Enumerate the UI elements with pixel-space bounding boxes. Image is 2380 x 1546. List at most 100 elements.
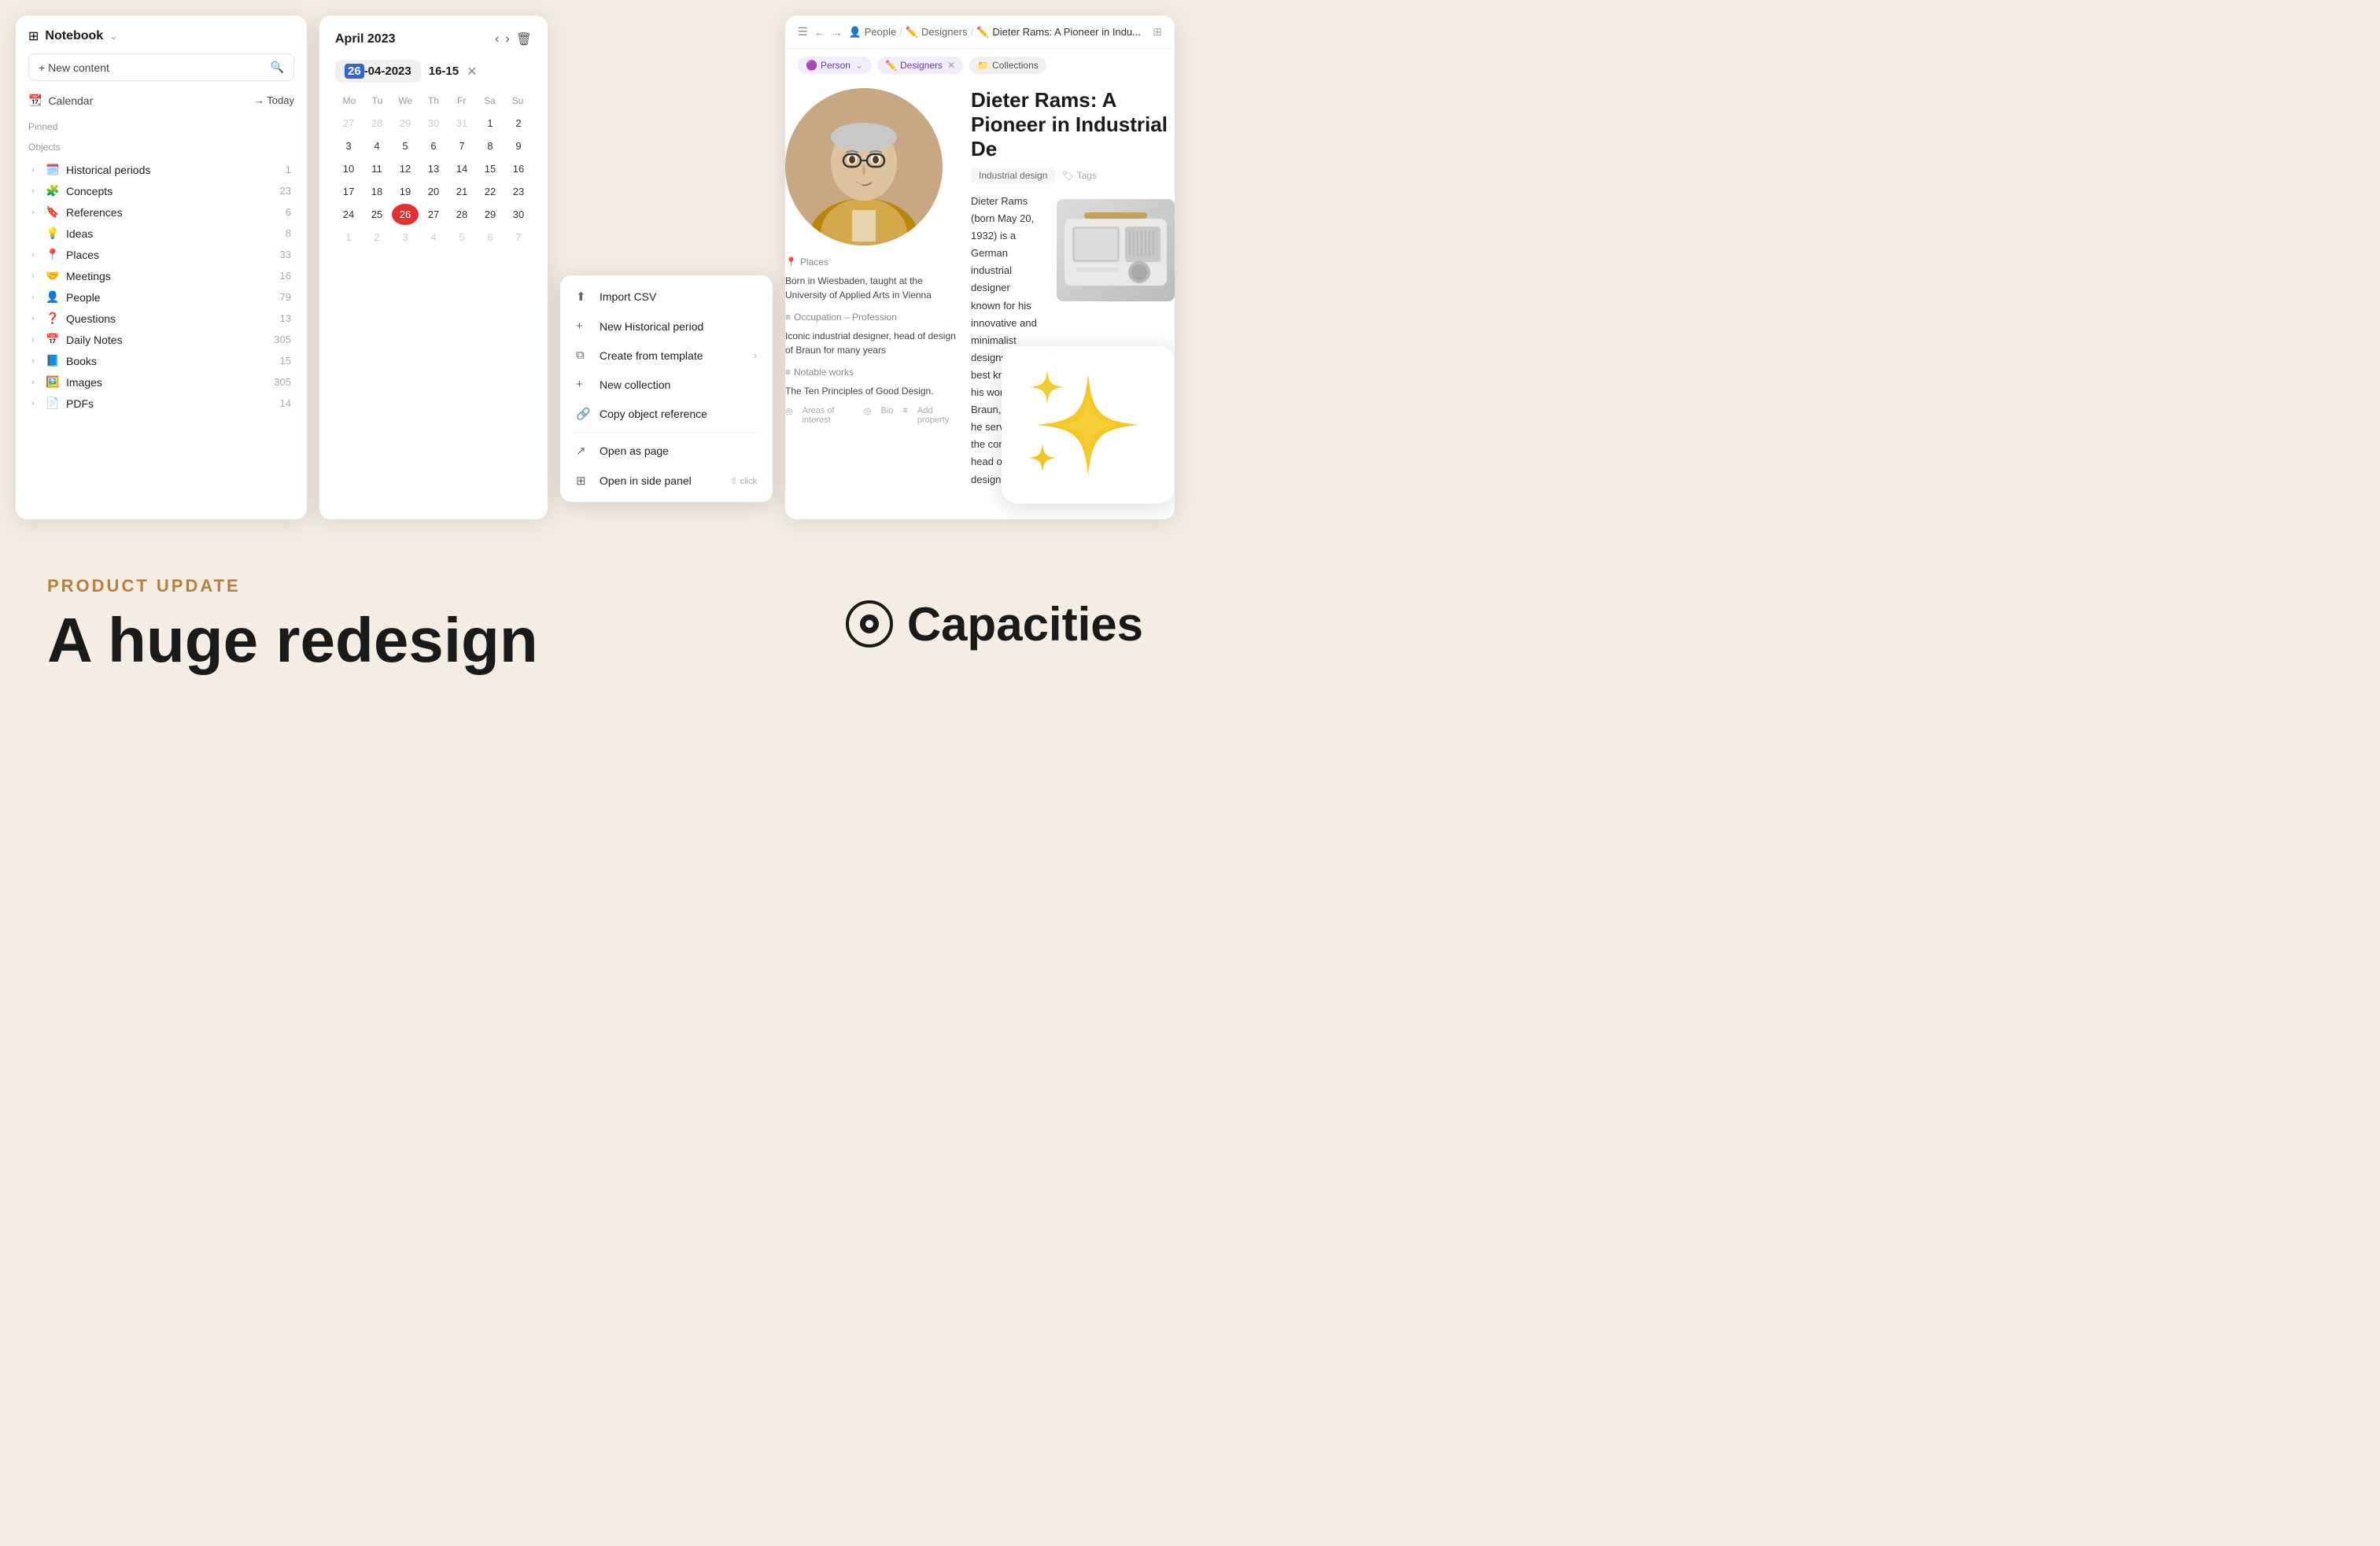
context-menu-item-copy-object-reference[interactable]: 🔗 Copy object reference: [566, 399, 766, 429]
calendar-trash-icon[interactable]: 🗑: [516, 31, 532, 47]
breadcrumb-current[interactable]: Dieter Rams: A Pioneer in Indu...: [992, 26, 1141, 38]
notebook-title: Notebook: [45, 29, 103, 43]
calendar-day[interactable]: 2: [363, 227, 390, 248]
calendar-day[interactable]: 8: [477, 135, 504, 157]
sidebar-item-pdfs[interactable]: › 📄 PDFs 14: [28, 393, 294, 414]
sidebar-item-books[interactable]: › 📘 Books 15: [28, 350, 294, 371]
calendar-day[interactable]: 24: [335, 204, 362, 225]
calendar-day[interactable]: 2: [505, 113, 532, 134]
context-divider: [573, 432, 760, 433]
sidebar-item-people[interactable]: › 👤 People 79: [28, 286, 294, 308]
sidebar-item-ideas[interactable]: 💡 Ideas 8: [28, 223, 294, 244]
calendar-day[interactable]: 21: [448, 181, 475, 202]
calendar-day[interactable]: 14: [448, 158, 475, 179]
breadcrumb-people[interactable]: People: [865, 26, 896, 38]
sidebar-item-historical-periods[interactable]: › 🗓️ Historical periods 1: [28, 159, 294, 180]
tag-collections[interactable]: 📁 Collections: [969, 57, 1046, 74]
bio-label: Bio: [881, 406, 894, 425]
add-property-label[interactable]: Add property: [917, 406, 958, 425]
calendar-day[interactable]: 19: [392, 181, 419, 202]
calendar-day[interactable]: 25: [363, 204, 390, 225]
calendar-day[interactable]: 1: [477, 113, 504, 134]
sidebar-item-icon: 📘: [46, 354, 60, 367]
calendar-day[interactable]: 27: [420, 204, 447, 225]
calendar-day[interactable]: 18: [363, 181, 390, 202]
calendar-day[interactable]: 3: [335, 135, 362, 157]
calendar-day[interactable]: 7: [448, 135, 475, 157]
sidebar-item-icon: 💡: [46, 227, 60, 240]
search-bar[interactable]: + New content 🔍: [28, 54, 294, 81]
calendar-day[interactable]: 10: [335, 158, 362, 179]
calendar-day[interactable]: 29: [477, 204, 504, 225]
context-menu-item-new-collection[interactable]: + New collection: [566, 370, 766, 399]
panel-toggle-icon[interactable]: ⊞: [1153, 25, 1162, 39]
calendar-day[interactable]: 28: [448, 204, 475, 225]
calendar-next-icon[interactable]: ›: [505, 32, 509, 46]
breadcrumb-designers[interactable]: Designers: [921, 26, 968, 38]
calendar-day[interactable]: 28: [363, 113, 390, 134]
calendar-day[interactable]: 22: [477, 181, 504, 202]
context-menu-item-new-historical-period[interactable]: + New Historical period: [566, 312, 766, 341]
calendar-day[interactable]: 23: [505, 181, 532, 202]
context-menu-item-open-as-page[interactable]: ↗ Open as page: [566, 436, 766, 466]
calendar-day[interactable]: 15: [477, 158, 504, 179]
today-link[interactable]: → Today: [254, 94, 294, 106]
breadcrumb-sep-1: /: [899, 26, 902, 38]
calendar-day[interactable]: 6: [420, 135, 447, 157]
calendar-clear-icon[interactable]: ✕: [467, 64, 477, 79]
sidebar-item-meetings[interactable]: › 🤝 Meetings 16: [28, 265, 294, 286]
radio-svg: [1061, 203, 1171, 297]
sidebar-item-places[interactable]: › 📍 Places 33: [28, 244, 294, 265]
sidebar-item-name: Historical periods: [66, 164, 286, 176]
sidebar-item-images[interactable]: › 🖼️ Images 305: [28, 371, 294, 393]
forward-icon[interactable]: →: [832, 26, 843, 39]
calendar-day[interactable]: 9: [505, 135, 532, 157]
calendar-day[interactable]: 13: [420, 158, 447, 179]
calendar-day[interactable]: 30: [505, 204, 532, 225]
sidebar-item-daily-notes[interactable]: › 📅 Daily Notes 305: [28, 329, 294, 350]
tag-person[interactable]: 🟣 Person ⌄: [798, 57, 871, 74]
ctx-item-label: New collection: [600, 378, 670, 391]
calendar-day[interactable]: 4: [420, 227, 447, 248]
notebook-panel: ⊞ Notebook ⌄ + New content 🔍 📆 Calendar …: [16, 16, 307, 519]
calendar-day[interactable]: 11: [363, 158, 390, 179]
sidebar-toggle-icon[interactable]: ☰: [798, 25, 808, 39]
tag-designers[interactable]: ✏️ Designers ✕: [877, 57, 963, 74]
search-icon[interactable]: 🔍: [271, 61, 284, 74]
calendar-day[interactable]: 27: [335, 113, 362, 134]
calendar-day[interactable]: 1: [335, 227, 362, 248]
tag-designers-close[interactable]: ✕: [947, 60, 955, 71]
calendar-day[interactable]: 5: [448, 227, 475, 248]
calendar-day[interactable]: 3: [392, 227, 419, 248]
calendar-day[interactable]: 17: [335, 181, 362, 202]
calendar-day[interactable]: 7: [505, 227, 532, 248]
sidebar-item-questions[interactable]: › ❓ Questions 13: [28, 308, 294, 329]
ctx-item-label: Open as page: [600, 445, 669, 457]
calendar-day[interactable]: 5: [392, 135, 419, 157]
sidebar-chevron: ›: [31, 208, 41, 217]
tag-designers-icon: ✏️: [885, 60, 897, 71]
sidebar-item-name: PDFs: [66, 397, 280, 410]
tag-person-label: Person: [821, 60, 851, 71]
calendar-day[interactable]: 26: [392, 204, 419, 225]
calendar-day[interactable]: 20: [420, 181, 447, 202]
calendar-day[interactable]: 16: [505, 158, 532, 179]
calendar-day[interactable]: 4: [363, 135, 390, 157]
tag-designers-label: Designers: [900, 60, 943, 71]
sidebar-item-concepts[interactable]: › 🧩 Concepts 23: [28, 180, 294, 201]
context-menu-item-open-in-side-panel[interactable]: ⊞ Open in side panel⇧ click: [566, 466, 766, 496]
context-menu-item-create-from-template[interactable]: ⧉ Create from template›: [566, 341, 766, 370]
calendar-prev-icon[interactable]: ‹: [495, 32, 499, 46]
calendar-day[interactable]: 12: [392, 158, 419, 179]
back-icon[interactable]: ←: [814, 26, 825, 39]
calendar-day[interactable]: 29: [392, 113, 419, 134]
ctx-arrow-icon: ›: [754, 350, 757, 361]
sidebar-item-references[interactable]: › 🔖 References 6: [28, 201, 294, 223]
sidebar-item-count: 14: [280, 397, 291, 409]
context-menu-item-import-csv[interactable]: ⬆ Import CSV: [566, 282, 766, 312]
sidebar-item-name: Books: [66, 355, 280, 367]
calendar-day[interactable]: 6: [477, 227, 504, 248]
sidebar-chevron: ›: [31, 186, 41, 196]
calendar-day[interactable]: 30: [420, 113, 447, 134]
calendar-day[interactable]: 31: [448, 113, 475, 134]
